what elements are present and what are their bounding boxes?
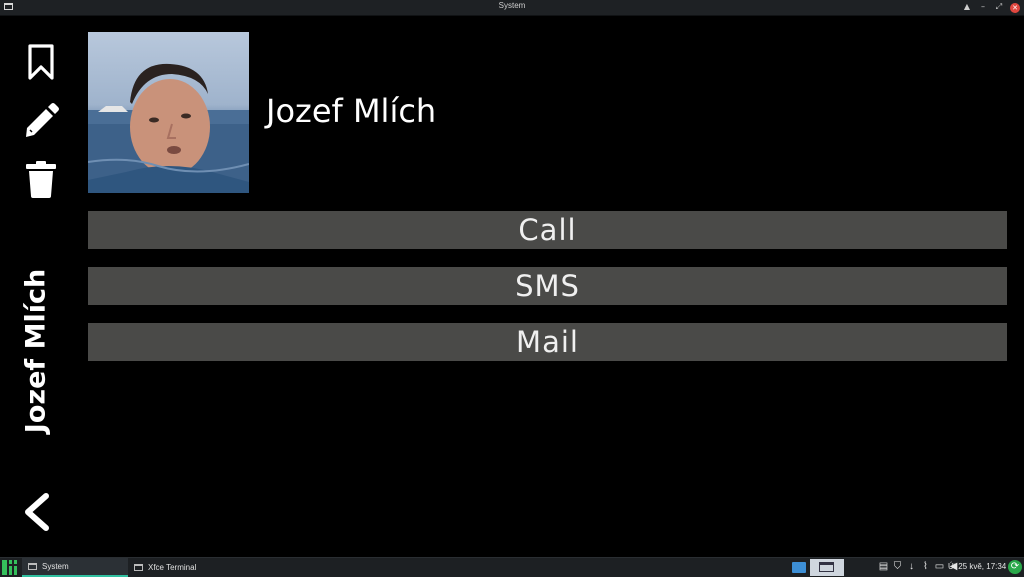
power-icon[interactable]: ⟳	[1008, 560, 1022, 574]
display-icon[interactable]: ▭	[934, 561, 945, 573]
pencil-icon[interactable]	[22, 102, 60, 140]
contact-name: Jozef Mlích	[266, 92, 437, 130]
task-label: Xfce Terminal	[148, 563, 197, 572]
sms-button[interactable]: SMS	[88, 267, 1007, 305]
window-title: System	[498, 1, 526, 10]
window-icon	[28, 563, 37, 570]
workspace-2[interactable]	[810, 559, 844, 576]
task-terminal[interactable]: Xfce Terminal	[128, 558, 274, 577]
start-menu-icon[interactable]	[2, 560, 17, 575]
close-icon[interactable]: ✕	[1010, 2, 1020, 13]
window-controls: ▲ – ⤢ ✕	[962, 1, 1020, 13]
vertical-contact-name: Jozef Mlích	[14, 256, 58, 446]
mail-button[interactable]: Mail	[88, 323, 1007, 361]
vertical-contact-name-label: Jozef Mlích	[20, 268, 52, 434]
keep-above-icon[interactable]: ▲	[962, 1, 972, 13]
trash-icon[interactable]	[22, 160, 60, 198]
attachment-icon[interactable]: ⌇	[920, 561, 931, 573]
maximize-icon[interactable]: ⤢	[994, 1, 1004, 13]
task-system[interactable]: System	[22, 558, 128, 577]
workspace-1[interactable]	[792, 562, 806, 573]
update-icon[interactable]: ↓	[906, 561, 917, 573]
taskbar: System Xfce Terminal ▤ ⛉ ↓ ⌇ ▭ ◀ Út 25 k…	[0, 557, 1024, 577]
bookmark-icon[interactable]	[22, 43, 60, 81]
system-tray: ▤ ⛉ ↓ ⌇ ▭ ◀	[878, 561, 959, 573]
terminal-icon	[134, 564, 143, 571]
window-titlebar: System ▲ – ⤢ ✕	[0, 0, 1024, 16]
minimize-icon[interactable]: –	[978, 1, 988, 13]
chevron-left-icon[interactable]	[18, 493, 56, 531]
shield-icon[interactable]: ⛉	[892, 561, 903, 573]
avatar	[88, 32, 249, 193]
call-button[interactable]: Call	[88, 211, 1007, 249]
clipboard-icon[interactable]: ▤	[878, 561, 889, 573]
task-label: System	[42, 562, 69, 571]
clock[interactable]: Út 25 kvě, 17:34	[948, 562, 1006, 571]
